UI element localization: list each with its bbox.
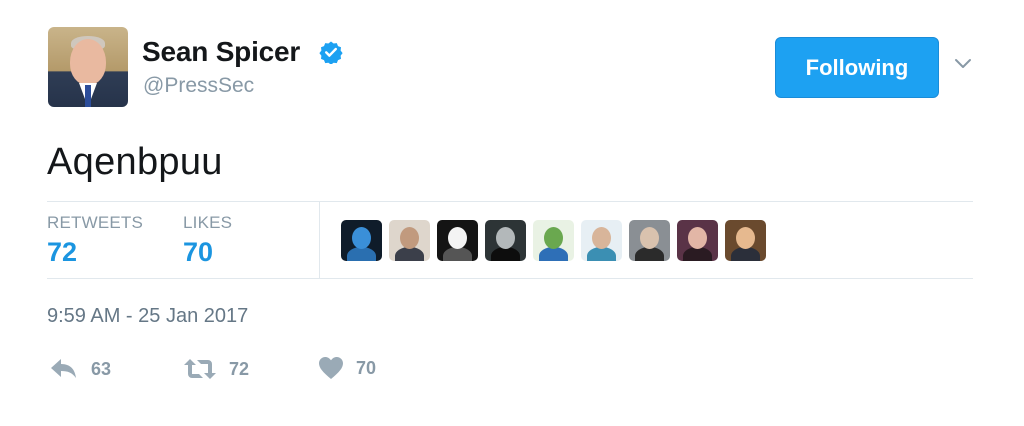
avatar-face: [70, 39, 106, 85]
liker-avatar-head: [736, 227, 755, 249]
liker-avatar-head: [640, 227, 659, 249]
like-button[interactable]: 70: [318, 356, 376, 380]
reply-button[interactable]: 63: [49, 356, 111, 382]
liker-avatar-body: [539, 247, 568, 261]
retweet-count: 72: [229, 358, 250, 379]
liker-avatar-head: [352, 227, 371, 249]
liker-avatar[interactable]: [533, 220, 574, 261]
liker-avatar-body: [731, 247, 760, 261]
liker-avatar[interactable]: [485, 220, 526, 261]
retweets-stat[interactable]: RETWEETS 72: [47, 213, 143, 268]
like-count: 70: [356, 357, 377, 378]
tweet-text: Aqenbpuu: [47, 141, 223, 183]
tweet-timestamp[interactable]: 9:59 AM - 25 Jan 2017: [47, 305, 248, 328]
liker-avatar-head: [448, 227, 467, 249]
liker-avatar-body: [347, 247, 376, 261]
likes-label: LIKES: [183, 213, 233, 232]
liker-avatar[interactable]: [341, 220, 382, 261]
likers-avatar-row: [341, 220, 766, 261]
user-handle[interactable]: @PressSec: [143, 74, 254, 98]
liker-avatar[interactable]: [581, 220, 622, 261]
heart-icon: [319, 357, 343, 379]
following-button[interactable]: Following: [775, 37, 939, 98]
liker-avatar-body: [635, 247, 664, 261]
verified-badge-icon: [319, 41, 343, 64]
likes-stat[interactable]: LIKES 70: [183, 213, 232, 268]
liker-avatar[interactable]: [725, 220, 766, 261]
liker-avatar-body: [587, 247, 616, 261]
stats-vertical-divider: [319, 202, 320, 278]
liker-avatar-body: [395, 247, 424, 261]
liker-avatar[interactable]: [389, 220, 430, 261]
avatar-tie: [85, 85, 91, 107]
liker-avatar-body: [683, 247, 712, 261]
display-name[interactable]: Sean Spicer: [142, 36, 300, 68]
liker-avatar-head: [544, 227, 563, 249]
reply-icon: [51, 359, 76, 378]
profile-avatar[interactable]: [48, 27, 128, 107]
retweet-icon: [184, 359, 216, 379]
stats-top-divider: [47, 201, 973, 202]
liker-avatar[interactable]: [629, 220, 670, 261]
liker-avatar-head: [496, 227, 515, 249]
retweets-label: RETWEETS: [47, 213, 144, 232]
liker-avatar-head: [688, 227, 707, 249]
liker-avatar[interactable]: [677, 220, 718, 261]
reply-count: 63: [91, 358, 112, 379]
chevron-down-icon[interactable]: [954, 58, 972, 70]
liker-avatar-body: [443, 247, 472, 261]
liker-avatar[interactable]: [437, 220, 478, 261]
stats-bottom-divider: [47, 278, 973, 279]
liker-avatar-body: [491, 247, 520, 261]
liker-avatar-head: [400, 227, 419, 249]
retweet-button[interactable]: 72: [183, 356, 249, 382]
likes-value: 70: [183, 237, 214, 267]
retweets-value: 72: [47, 237, 78, 267]
liker-avatar-head: [592, 227, 611, 249]
